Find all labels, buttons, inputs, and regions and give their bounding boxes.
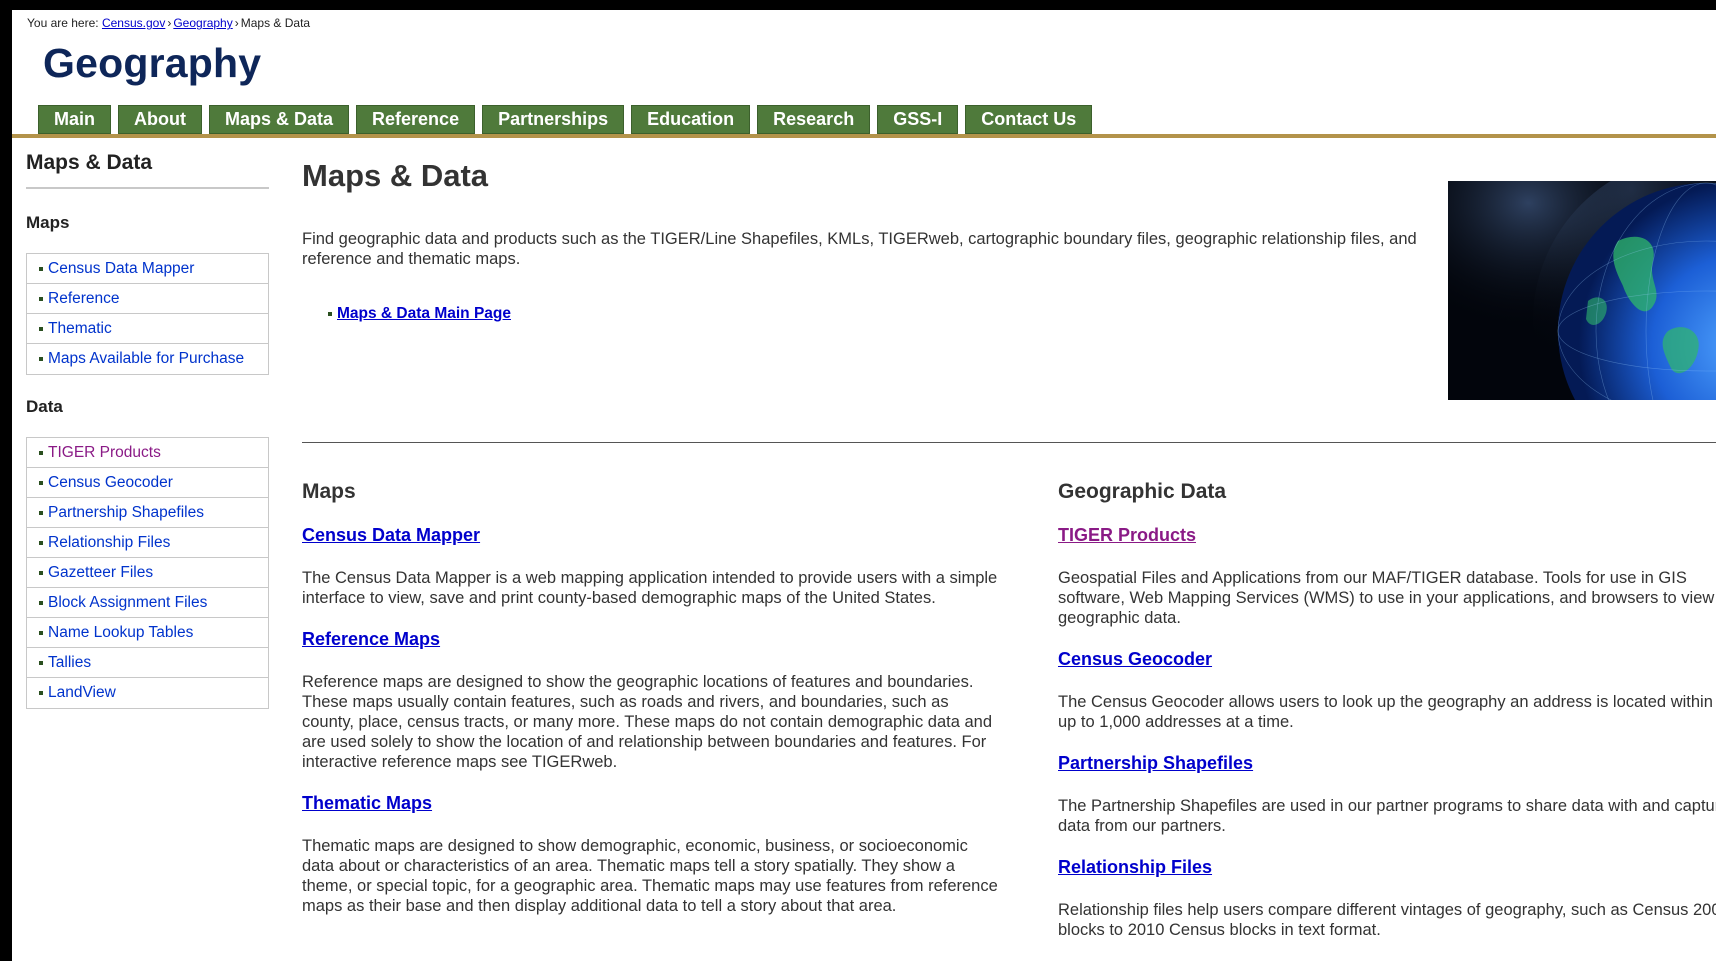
breadcrumb-current: Maps & Data <box>240 16 311 30</box>
main-content-header: Maps & Data <box>302 158 488 194</box>
sidebar-heading: Maps & Data <box>26 151 153 174</box>
page-title: Maps & Data <box>302 158 489 193</box>
breadcrumb-link-geography[interactable]: Geography <box>173 16 232 30</box>
link-thematic-maps[interactable]: Thematic Maps <box>302 793 1002 814</box>
sidebar-item-tiger-products[interactable]: TIGER Products <box>27 438 268 468</box>
header-divider <box>12 134 1716 138</box>
site-title[interactable]: Geography <box>43 40 261 87</box>
sidebar-item-gazetteer-files[interactable]: Gazetteer Files <box>27 558 268 588</box>
nav-tab-education[interactable]: Education <box>631 105 751 134</box>
nav-tab-main[interactable]: Main <box>38 105 112 134</box>
link-relationship-files[interactable]: Relationship Files <box>1058 857 1716 878</box>
link-census-geocoder[interactable]: Census Geocoder <box>1058 649 1716 670</box>
link-tiger-products[interactable]: TIGER Products <box>1058 525 1716 546</box>
globe-graphic <box>1448 181 1716 400</box>
census-geocoder-desc: The Census Geocoder allows users to look… <box>1058 693 1716 731</box>
tiger-products-desc: Geospatial Files and Applications from o… <box>1058 569 1715 627</box>
sidebar: Maps & Data Maps & Data Main Page Maps C… <box>26 151 511 709</box>
breadcrumb: You are here: Census.gov › Geography › Maps … <box>27 16 310 30</box>
sidebar-item-thematic[interactable]: Thematic <box>27 314 268 344</box>
link-census-data-mapper[interactable]: Census Data Mapper <box>302 525 1002 546</box>
sidebar-item-census-data-mapper[interactable]: Census Data Mapper <box>27 254 268 284</box>
breadcrumb-prefix: You are here: <box>27 16 99 30</box>
sidebar-item-census-geocoder[interactable]: Census Geocoder <box>27 468 268 498</box>
nav-tab-maps-data[interactable]: Maps & Data <box>209 105 350 134</box>
breadcrumb-link-census[interactable]: Census.gov <box>102 16 165 30</box>
sidebar-item-block-assignment-files[interactable]: Block Assignment Files <box>27 588 268 618</box>
sidebar-item-relationship-files[interactable]: Relationship Files <box>27 528 268 558</box>
maps-section-heading: Maps <box>302 480 356 503</box>
nav-tab-partnerships[interactable]: Partnerships <box>482 105 625 134</box>
thematic-maps-desc: Thematic maps are designed to show demog… <box>302 837 998 915</box>
geographic-data-column: Geographic Data TIGER Products Geospatia… <box>1058 480 1716 940</box>
browser-page: You are here: Census.gov › Geography › Maps … <box>12 10 1716 961</box>
reference-maps-desc: Reference maps are designed to show the … <box>302 673 993 771</box>
nav-tab-research[interactable]: Research <box>757 105 871 134</box>
nav-tab-contact-us[interactable]: Contact Us <box>965 105 1093 134</box>
sidebar-maps-heading: Maps <box>26 213 70 232</box>
partnership-shapefiles-desc: The Partnership Shapefiles are used in o… <box>1058 797 1716 835</box>
nav-tab-gss-i[interactable]: GSS-I <box>877 105 959 134</box>
sidebar-data-box: TIGER Products Census Geocoder Partnersh… <box>26 437 269 709</box>
sidebar-data-heading: Data <box>26 397 63 416</box>
sidebar-main-box: Maps & Data Main Page <box>26 187 511 322</box>
breadcrumb-separator: › <box>167 16 172 30</box>
breadcrumb-separator: › <box>234 16 239 30</box>
main-nav: Main About Maps & Data Reference Partner… <box>38 105 1093 134</box>
maps-column: Maps Census Data Mapper The Census Data … <box>302 480 1002 916</box>
sidebar-maps-box: Census Data Mapper Reference Thematic Ma… <box>26 253 269 375</box>
nav-tab-reference[interactable]: Reference <box>356 105 476 134</box>
sidebar-item-landview[interactable]: LandView <box>27 678 268 708</box>
sidebar-item-tallies[interactable]: Tallies <box>27 648 268 678</box>
section-divider <box>302 442 1716 443</box>
link-reference-maps[interactable]: Reference Maps <box>302 629 1002 650</box>
geographic-data-heading: Geographic Data <box>1058 480 1227 503</box>
sidebar-item-maps-for-purchase[interactable]: Maps Available for Purchase <box>27 344 268 374</box>
globe-image <box>1448 181 1716 400</box>
nav-tab-about[interactable]: About <box>118 105 202 134</box>
page-intro: Find geographic data and products such a… <box>302 230 1417 268</box>
sidebar-item-reference[interactable]: Reference <box>27 284 268 314</box>
sidebar-item-name-lookup-tables[interactable]: Name Lookup Tables <box>27 618 268 648</box>
sidebar-item-main-page[interactable]: Maps & Data Main Page <box>316 299 511 329</box>
link-partnership-shapefiles[interactable]: Partnership Shapefiles <box>1058 753 1716 774</box>
census-data-mapper-desc: The Census Data Mapper is a web mapping … <box>302 569 998 607</box>
sidebar-item-partnership-shapefiles[interactable]: Partnership Shapefiles <box>27 498 268 528</box>
relationship-files-desc: Relationship files help users compare di… <box>1058 901 1716 939</box>
